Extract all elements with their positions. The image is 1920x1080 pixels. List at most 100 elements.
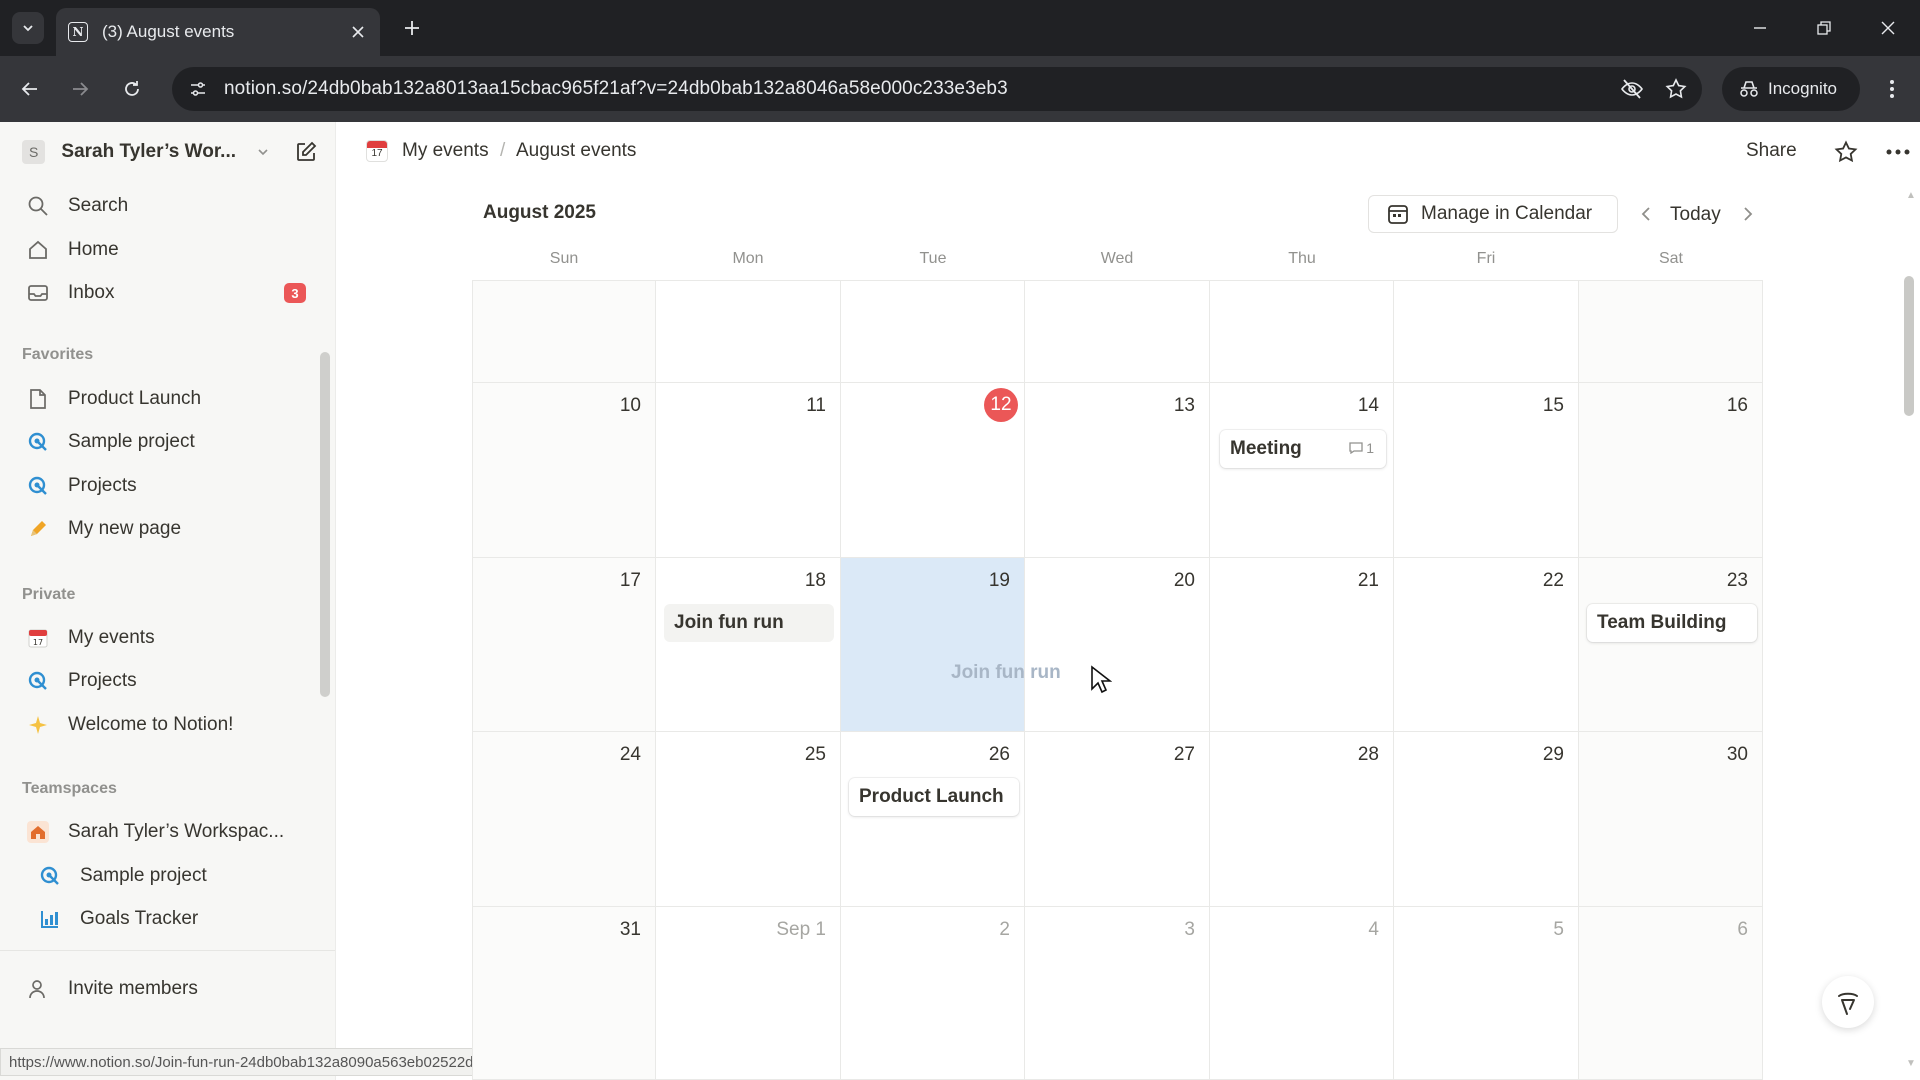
- calendar-day-cell[interactable]: [1210, 280, 1394, 383]
- sidebar-item-my-events[interactable]: 17 My events: [16, 619, 316, 657]
- invite-members-button[interactable]: Invite members: [16, 970, 316, 1008]
- sidebar-item-projects[interactable]: Projects: [16, 467, 316, 505]
- previous-month-button[interactable]: [1632, 197, 1660, 231]
- sidebar-item-inbox[interactable]: Inbox 3: [16, 274, 316, 312]
- new-tab-button[interactable]: [396, 12, 428, 44]
- calendar-day-cell[interactable]: 11: [656, 383, 841, 558]
- sidebar-scrollbar[interactable]: [320, 352, 330, 697]
- calendar-day-cell[interactable]: 15: [1394, 383, 1579, 558]
- calendar-day-cell[interactable]: [1394, 280, 1579, 383]
- restore-button[interactable]: [1808, 12, 1840, 44]
- next-month-button[interactable]: [1734, 197, 1762, 231]
- calendar-day-cell[interactable]: 29: [1394, 732, 1579, 907]
- today-button[interactable]: Today: [1670, 204, 1721, 226]
- calendar-icon-day: 17: [371, 148, 383, 159]
- calendar-day-cell[interactable]: 5: [1394, 907, 1579, 1080]
- calendar-day-cell[interactable]: 12: [841, 383, 1025, 558]
- calendar-day-cell[interactable]: 22: [1394, 558, 1579, 732]
- sidebar-item-goals-tracker[interactable]: Goals Tracker: [28, 900, 328, 938]
- sidebar-item-projects-private[interactable]: Projects: [16, 662, 316, 700]
- calendar-day-cell[interactable]: 28: [1210, 732, 1394, 907]
- inbox-icon: [24, 279, 52, 307]
- scroll-up-arrow-icon[interactable]: ▲: [1906, 190, 1916, 201]
- day-number: 11: [806, 395, 826, 416]
- calendar-day-cell[interactable]: 20: [1025, 558, 1210, 732]
- bookmark-star-icon[interactable]: [1658, 71, 1694, 107]
- notion-ai-button[interactable]: [1822, 976, 1874, 1028]
- eye-off-icon[interactable]: [1614, 71, 1650, 107]
- weekday-label: Tue: [919, 250, 947, 267]
- event-title: Join fun run: [674, 612, 784, 633]
- calendar-day-cell[interactable]: 14: [1210, 383, 1394, 558]
- event-team-building[interactable]: Team Building: [1587, 604, 1757, 642]
- calendar-day-cell[interactable]: 6: [1579, 907, 1763, 1080]
- tab-close-button[interactable]: [348, 22, 368, 42]
- favorites-heading[interactable]: Favorites: [22, 346, 93, 364]
- site-info-icon[interactable]: [186, 77, 210, 101]
- event-meeting[interactable]: Meeting 1: [1220, 430, 1386, 468]
- sidebar-item-sample-project[interactable]: Sample project: [16, 423, 316, 461]
- calendar-day-cell[interactable]: 19: [841, 558, 1025, 732]
- sidebar-item-sample-project-team[interactable]: Sample project: [28, 857, 328, 895]
- calendar-day-cell[interactable]: [656, 280, 841, 383]
- incognito-indicator[interactable]: Incognito: [1722, 67, 1860, 111]
- window-close-button[interactable]: [1872, 12, 1904, 44]
- private-heading[interactable]: Private: [22, 586, 75, 604]
- forward-button[interactable]: [64, 73, 96, 105]
- calendar-day-cell[interactable]: 18: [656, 558, 841, 732]
- calendar-day-cell[interactable]: 21: [1210, 558, 1394, 732]
- sidebar-item-my-new-page[interactable]: My new page: [16, 510, 316, 548]
- page-scrollbar[interactable]: [1904, 276, 1914, 416]
- calendar-day-cell[interactable]: 31: [472, 907, 656, 1080]
- event-product-launch[interactable]: Product Launch: [849, 778, 1019, 816]
- sidebar-item-teamspace[interactable]: Sarah Tyler’s Workspac...: [16, 813, 316, 851]
- calendar-day-cell[interactable]: 17: [472, 558, 656, 732]
- browser-menu-button[interactable]: [1876, 73, 1908, 105]
- sidebar-item-welcome[interactable]: Welcome to Notion!: [16, 706, 316, 744]
- day-number: 23: [1726, 570, 1748, 591]
- calendar-day-cell[interactable]: [1025, 280, 1210, 383]
- breadcrumb-my-events[interactable]: 17 My events: [366, 140, 489, 162]
- sidebar-item-product-launch[interactable]: Product Launch: [16, 380, 316, 418]
- event-join-fun-run[interactable]: Join fun run: [664, 604, 834, 642]
- teamspaces-heading[interactable]: Teamspaces: [22, 780, 117, 798]
- new-page-button[interactable]: [293, 138, 320, 166]
- breadcrumb-august-events[interactable]: August events: [516, 140, 636, 162]
- calendar-day-cell[interactable]: [472, 280, 656, 383]
- manage-in-calendar-button[interactable]: Manage in Calendar: [1368, 195, 1618, 233]
- calendar-day-cell[interactable]: 26: [841, 732, 1025, 907]
- calendar-day-cell[interactable]: 10: [472, 383, 656, 558]
- calendar-day-cell[interactable]: 2: [841, 907, 1025, 1080]
- calendar-day-cell[interactable]: 24: [472, 732, 656, 907]
- back-button[interactable]: [14, 73, 46, 105]
- calendar-day-cell[interactable]: 27: [1025, 732, 1210, 907]
- more-options-button[interactable]: [1882, 136, 1914, 168]
- browser-tab-bar: N (3) August events: [0, 0, 1920, 56]
- calendar-day-cell[interactable]: [841, 280, 1025, 383]
- day-number: 20: [1173, 570, 1195, 591]
- sidebar-item-home[interactable]: Home: [16, 231, 316, 269]
- calendar-day-cell[interactable]: 3: [1025, 907, 1210, 1080]
- tab-search-button[interactable]: [12, 12, 44, 44]
- browser-tab[interactable]: N (3) August events: [56, 8, 380, 56]
- sidebar-divider: [0, 950, 335, 951]
- calendar-day-cell[interactable]: Sep 1: [656, 907, 841, 1080]
- address-bar[interactable]: notion.so/24db0bab132a8013aa15cbac965f21…: [172, 67, 1702, 111]
- minimize-button[interactable]: [1744, 12, 1776, 44]
- share-button[interactable]: Share: [1746, 140, 1797, 162]
- sidebar-item-search[interactable]: Search: [16, 187, 316, 225]
- calendar-day-cell[interactable]: 16: [1579, 383, 1763, 558]
- calendar-day-cell[interactable]: 25: [656, 732, 841, 907]
- calendar-day-cell[interactable]: 4: [1210, 907, 1394, 1080]
- calendar-day-cell[interactable]: [1579, 280, 1763, 383]
- favorite-button[interactable]: [1830, 136, 1862, 168]
- calendar-day-cell[interactable]: 23: [1579, 558, 1763, 732]
- calendar-day-cell[interactable]: 13: [1025, 383, 1210, 558]
- calendar-day-cell[interactable]: 30: [1579, 732, 1763, 907]
- reload-button[interactable]: [116, 73, 148, 105]
- browser-toolbar: notion.so/24db0bab132a8013aa15cbac965f21…: [0, 56, 1920, 122]
- url-text[interactable]: notion.so/24db0bab132a8013aa15cbac965f21…: [224, 78, 1614, 100]
- scroll-down-arrow-icon[interactable]: ▼: [1906, 1058, 1916, 1069]
- workspace-switcher[interactable]: S Sarah Tyler’s Wor...: [22, 134, 320, 170]
- day-number: 2: [999, 919, 1010, 940]
